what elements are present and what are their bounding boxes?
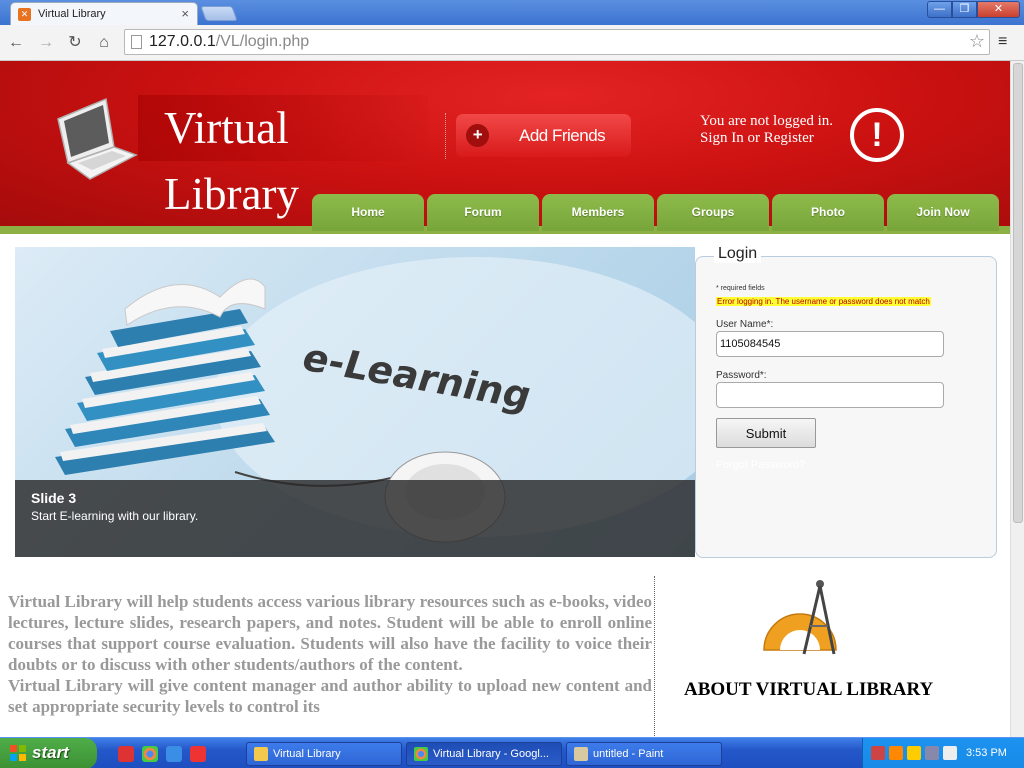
forward-arrow-icon[interactable]: → [36,33,56,53]
address-bar[interactable]: 127.0.0.1/VL/login.php ☆ [124,29,990,55]
not-logged-in-text: You are not logged in. [700,113,834,129]
tab-title: Virtual Library [38,8,106,20]
nav-tab-photo[interactable]: Photo [772,194,884,231]
tray-security-icon[interactable] [907,746,921,760]
start-label: start [32,743,69,762]
paint-icon [574,747,588,761]
compass-protractor-icon [763,580,837,655]
web-page: Virtual Library + Add Friends You are no… [0,61,1010,737]
book-stack-icon [55,278,275,475]
password-label: Password*: [716,370,767,381]
new-tab-button[interactable] [200,6,238,21]
close-window-button[interactable]: ✕ [977,1,1020,18]
browser-title-bar: ✕ Virtual Library × — ❐ ✕ [0,0,1024,25]
tray-xampp-icon[interactable] [889,746,903,760]
add-friends-button[interactable]: + Add Friends [456,114,631,157]
nav-tab-groups[interactable]: Groups [657,194,769,231]
start-button[interactable]: start [0,738,97,768]
password-field[interactable] [716,382,944,408]
quicklaunch-filezilla-icon[interactable] [118,746,134,762]
username-field[interactable] [716,331,944,357]
slide-subtitle: Start E-learning with our library. [31,509,199,523]
nav-tab-forum[interactable]: Forum [427,194,539,231]
nav-tab-members[interactable]: Members [542,194,654,231]
quicklaunch-chrome-icon[interactable] [142,746,158,762]
laptop-icon [57,97,138,180]
tab-close-icon[interactable]: × [181,6,189,21]
username-label: User Name*: [716,319,774,330]
url-text: 127.0.0.1/VL/login.php [149,33,310,50]
description-paragraph-1: Virtual Library will help students acces… [8,592,652,674]
minimize-button[interactable]: — [927,1,952,18]
add-friends-label: Add Friends [519,126,606,145]
header-divider [445,113,446,159]
about-heading: ABOUT VIRTUAL LIBRARY [684,679,934,700]
tray-network-icon[interactable] [871,746,885,760]
reload-icon[interactable]: ↻ [65,33,85,53]
browser-toolbar: ← → ↻ ⌂ 127.0.0.1/VL/login.php ☆ ≡ [0,25,1024,61]
back-arrow-icon[interactable]: ← [6,33,26,53]
windows-flag-icon [10,745,26,761]
nav-tab-home[interactable]: Home [312,194,424,231]
content-divider [654,576,655,737]
submit-button[interactable]: Submit [716,418,816,448]
bookmark-star-icon[interactable]: ☆ [969,31,985,52]
login-error-message: Error logging in. The username or passwo… [716,297,931,306]
slide-caption: Slide 3 Start E-learning with our librar… [15,480,695,557]
quicklaunch-opera-icon[interactable] [190,746,206,762]
speaker-icon[interactable] [943,746,957,760]
nav-tab-join-now[interactable]: Join Now [887,194,999,231]
login-status: You are not logged in. Sign In or Regist… [700,113,833,147]
description-text: Virtual Library will help students acces… [8,591,652,717]
taskbar-clock[interactable]: 3:53 PM [966,747,1007,759]
browser-menu-icon[interactable]: ≡ [998,33,1014,53]
slide-title: Slide 3 [31,490,77,506]
image-slider[interactable]: e-Learning Slide 3 Start E-learning with… [15,247,695,557]
description-paragraph-2: Virtual Library will give content manage… [8,676,652,716]
tray-app-icon[interactable] [925,746,939,760]
folder-icon [254,747,268,761]
chrome-icon [414,747,428,761]
windows-taskbar: start Virtual Library Virtual Library - … [0,737,1024,768]
forgot-password-link[interactable]: Forgot Password? [716,459,805,471]
browser-tab[interactable]: ✕ Virtual Library × [10,2,198,25]
page-icon [131,35,142,49]
page-scrollbar[interactable] [1010,61,1024,737]
quicklaunch-ie-icon[interactable] [166,746,182,762]
task-paint[interactable]: untitled - Paint [566,742,722,766]
xampp-favicon-icon: ✕ [18,8,31,21]
site-title[interactable]: Virtual Library [138,95,428,219]
task-virtual-library-folder[interactable]: Virtual Library [246,742,402,766]
scrollbar-thumb[interactable] [1013,63,1023,523]
maximize-button[interactable]: ❐ [952,1,977,18]
exclamation-alert-icon: ! [850,108,904,162]
task-chrome-window[interactable]: Virtual Library - Googl... [406,742,562,766]
plus-icon: + [466,124,489,147]
home-icon[interactable]: ⌂ [94,33,114,53]
sign-in-register-link[interactable]: Sign In or Register [700,130,833,147]
login-legend: Login [714,245,762,263]
required-fields-note: * required fields [716,285,765,292]
